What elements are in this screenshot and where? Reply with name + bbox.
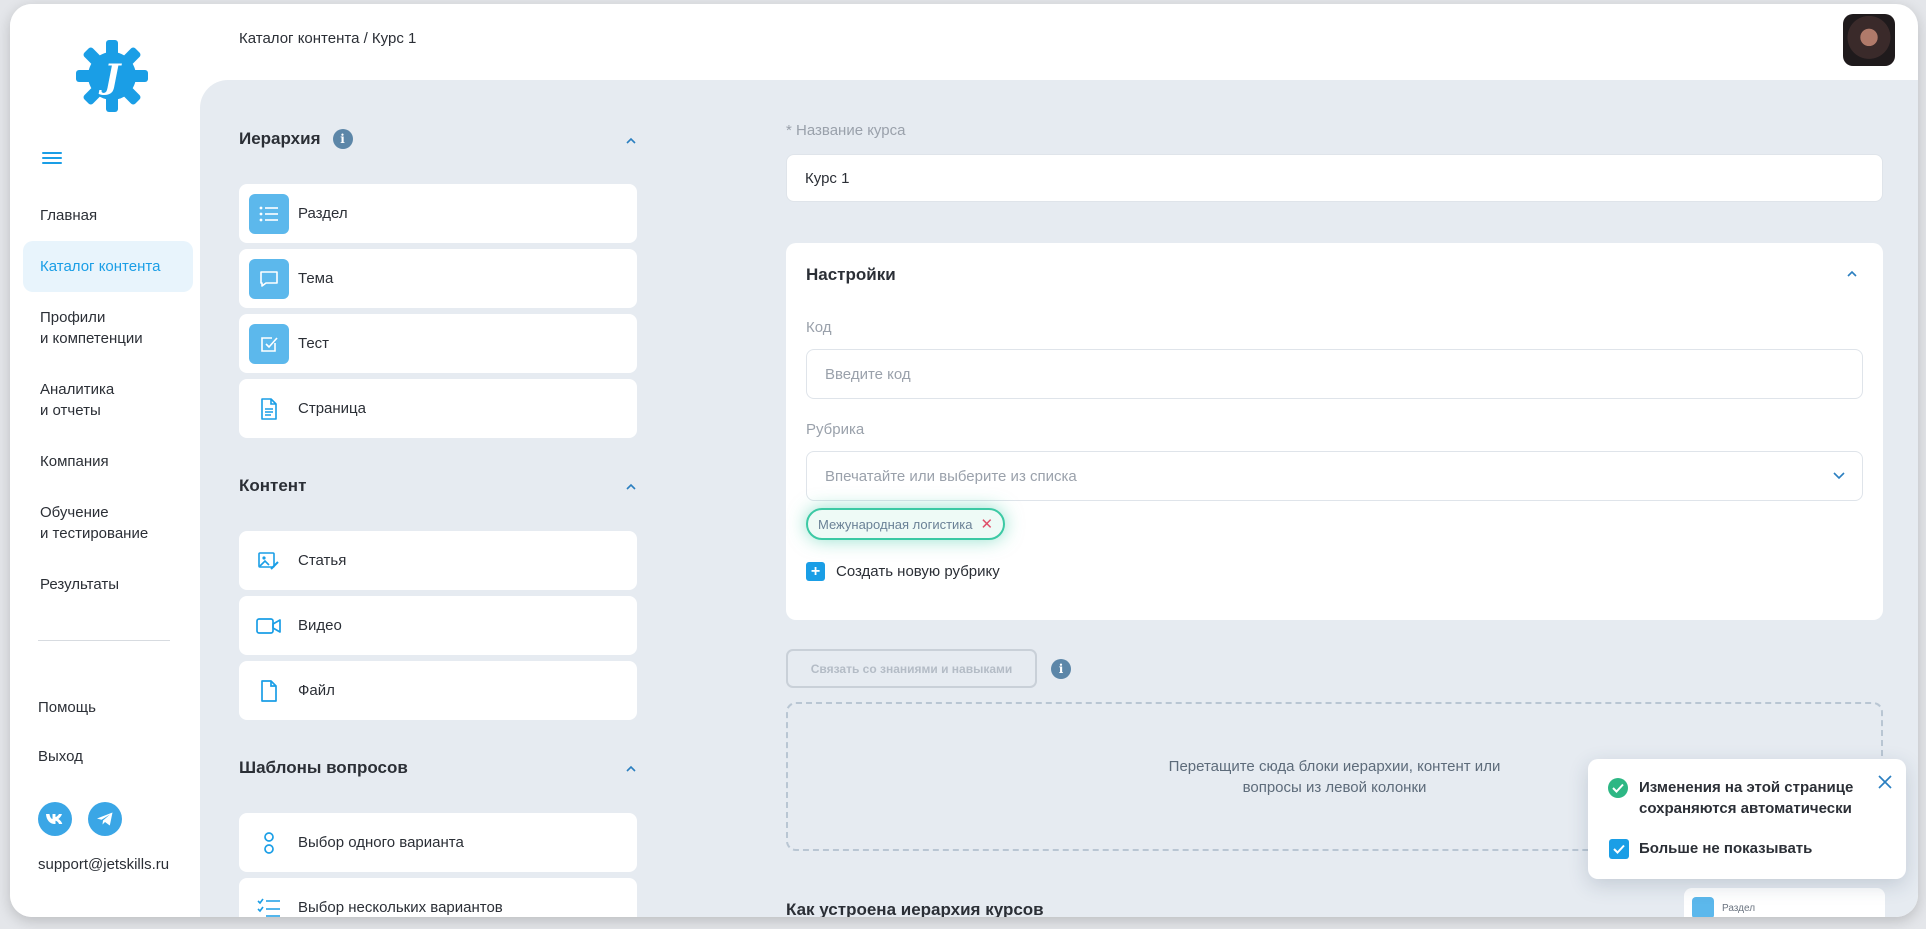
list-icon (1692, 897, 1714, 917)
course-name-label: * Название курса (786, 122, 906, 139)
hierarchy-how-title: Как устроена иерархия курсов (786, 900, 1044, 917)
chevron-up-icon[interactable] (1846, 268, 1858, 280)
document-icon (249, 389, 289, 429)
chevron-down-icon[interactable] (1832, 471, 1846, 481)
plus-icon: + (806, 562, 825, 581)
checkbox-icon (249, 323, 289, 364)
info-icon[interactable]: i (1051, 659, 1071, 679)
chevron-up-icon[interactable] (625, 763, 637, 775)
app-window: J Главная Каталог контента Профили и ком… (10, 4, 1918, 917)
breadcrumb[interactable]: Каталог контента / Курс 1 (239, 30, 416, 47)
content-item-file[interactable]: Файл (239, 661, 637, 720)
sidebar-item-content-catalog[interactable]: Каталог контента (23, 241, 193, 292)
content-item-video[interactable]: Видео (239, 596, 637, 655)
question-templates-header: Шаблоны вопросов (239, 758, 408, 777)
help-link[interactable]: Помощь (38, 699, 96, 716)
radio-options-icon (249, 823, 289, 863)
hierarchy-item-section[interactable]: Раздел (239, 184, 637, 243)
hierarchy-preview: Раздел (1684, 888, 1885, 917)
create-rubric-button[interactable]: + Создать новую рубрику (806, 562, 1000, 581)
sidebar-item-home[interactable]: Главная (23, 190, 193, 241)
toast-message: Изменения на этой странице сохраняются а… (1639, 779, 1854, 817)
chevron-up-icon[interactable] (625, 135, 637, 147)
logout-link[interactable]: Выход (38, 748, 83, 765)
dont-show-label[interactable]: Больше не показывать (1639, 840, 1812, 857)
template-item-single-choice[interactable]: Выбор одного варианта (239, 813, 637, 872)
rubric-select[interactable]: Впечатайте или выберите из списка (806, 451, 1863, 501)
avatar[interactable] (1843, 14, 1895, 66)
hierarchy-item-page[interactable]: Страница (239, 379, 637, 438)
hierarchy-item-topic[interactable]: Тема (239, 249, 637, 308)
rubric-tag: Межународная логистика ✕ (806, 508, 1006, 540)
image-edit-icon (249, 541, 289, 581)
template-item-multiple-choice[interactable]: Выбор нескольких вариантов (239, 878, 637, 917)
list-icon (249, 193, 289, 234)
dont-show-checkbox[interactable] (1609, 839, 1629, 859)
sidebar-item-analytics[interactable]: Аналитика и отчеты (23, 364, 193, 436)
link-skills-button[interactable]: Связать со знаниями и навыками (786, 649, 1037, 688)
vk-icon[interactable] (38, 802, 72, 836)
sidebar: J Главная Каталог контента Профили и ком… (10, 4, 200, 917)
close-icon[interactable] (1876, 773, 1894, 791)
sidebar-item-profiles[interactable]: Профили и компетенции (23, 292, 193, 364)
rubric-label: Рубрика (806, 421, 865, 438)
settings-title: Настройки (806, 265, 896, 284)
code-label: Код (806, 319, 832, 336)
course-name-input[interactable]: Курс 1 (786, 154, 1883, 202)
hierarchy-item-test[interactable]: Тест (239, 314, 637, 373)
sidebar-item-company[interactable]: Компания (23, 436, 193, 487)
settings-panel: Настройки Код Введите код Рубрика Впечат… (786, 243, 1883, 620)
remove-tag-icon[interactable]: ✕ (981, 515, 994, 533)
jetskills-logo-icon[interactable]: J (72, 36, 152, 116)
support-email[interactable]: support@jetskills.ru (38, 856, 169, 873)
sidebar-nav: Главная Каталог контента Профили и компе… (23, 190, 193, 610)
content-item-article[interactable]: Статья (239, 531, 637, 590)
hierarchy-header: Иерархия i (239, 129, 353, 149)
checklist-icon (249, 888, 289, 918)
code-input[interactable]: Введите код (806, 349, 1863, 399)
content-header: Контент (239, 476, 307, 495)
autosave-toast: Изменения на этой странице сохраняются а… (1588, 759, 1906, 879)
sidebar-item-results[interactable]: Результаты (23, 559, 193, 610)
video-camera-icon (249, 606, 289, 646)
chat-bubble-icon (249, 258, 289, 299)
sidebar-item-learning[interactable]: Обучение и тестирование (23, 487, 193, 559)
file-icon (249, 671, 289, 711)
info-icon[interactable]: i (332, 129, 353, 149)
sidebar-divider (38, 640, 170, 641)
telegram-icon[interactable] (88, 802, 122, 836)
check-circle-icon (1608, 778, 1628, 798)
hamburger-menu-icon[interactable] (42, 152, 62, 166)
chevron-up-icon[interactable] (625, 481, 637, 493)
